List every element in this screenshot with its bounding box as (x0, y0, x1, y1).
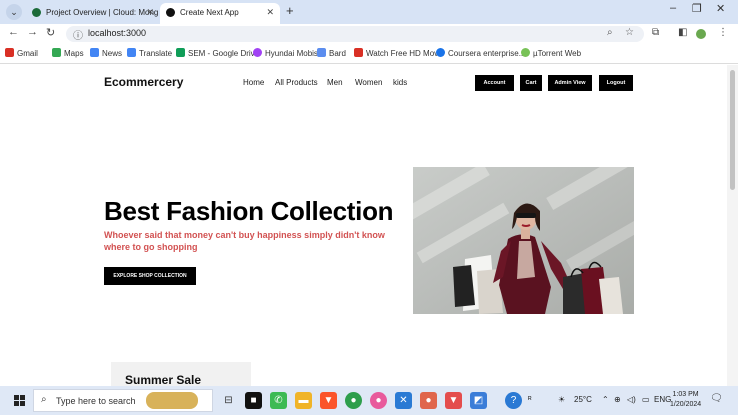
bookmark-maps[interactable]: Maps (52, 48, 84, 58)
drive-icon (176, 48, 185, 57)
translate-icon (127, 48, 136, 57)
clock-time: 1:03 PM (672, 391, 699, 398)
address-url[interactable]: localhost:3000 (88, 28, 146, 38)
back-icon[interactable]: ← (8, 26, 19, 38)
reload-icon[interactable]: ↻ (46, 26, 55, 39)
mongodb-favicon-icon (32, 8, 41, 17)
nav-home[interactable]: Home (243, 78, 264, 87)
explore-shop-collection-button[interactable]: EXPLORE SHOP COLLECTION (104, 267, 196, 285)
hyundai-icon (253, 48, 262, 57)
brave-browser-icon[interactable]: ▼ (320, 392, 337, 409)
bookmark-gmail[interactable]: Gmail (5, 48, 38, 58)
taskbar-clock[interactable]: 1:03 PM 1/20/2024 (670, 390, 701, 410)
vscode-icon[interactable]: ✕ (395, 392, 412, 409)
battery-icon[interactable]: ▭ (642, 395, 650, 404)
search-highlight-icon (146, 392, 198, 409)
logout-button[interactable]: Logout (599, 75, 633, 91)
cart-button[interactable]: Cart (520, 75, 542, 91)
hero-fashion-image (413, 167, 634, 314)
nextjs-favicon-icon (166, 8, 175, 17)
help-icon[interactable]: ? (505, 392, 522, 409)
address-bar[interactable]: ⓘ localhost:3000 ⌕ ☆ (66, 26, 644, 42)
profile-avatar[interactable] (696, 29, 706, 39)
page-scrollbar-thumb[interactable] (730, 70, 735, 190)
summer-sale-title: Summer Sale (125, 373, 202, 386)
maps-icon (52, 48, 61, 57)
brand-logo[interactable]: Ecommercery (104, 75, 183, 89)
whatsapp-icon[interactable]: ✆ (270, 392, 287, 409)
app-icon-pink[interactable]: ● (370, 392, 387, 409)
photos-icon[interactable]: ◩ (470, 392, 487, 409)
summer-sale-card: Summer Sale (111, 362, 251, 386)
bookmark-sem-google-drive[interactable]: SEM - Google Drive (176, 48, 259, 58)
movie-icon (354, 48, 363, 57)
app-icon-red[interactable]: ▼ (445, 392, 462, 409)
tray-chevron-icon[interactable]: ⌃ (602, 395, 609, 404)
clock-date: 1/20/2024 (670, 401, 702, 408)
weather-temperature[interactable]: 25°C (574, 395, 592, 404)
notifications-icon[interactable]: 🗨 (710, 393, 723, 404)
search-icon: ⌕ (41, 394, 47, 405)
minimize-icon[interactable]: – (670, 2, 676, 14)
bookmark-utorrent[interactable]: µTorrent Web (521, 48, 581, 58)
site-header: Ecommercery Home All Products Men Women … (0, 65, 727, 103)
app-icon-black[interactable]: ■ (245, 392, 262, 409)
close-tab-icon[interactable]: ✕ (266, 3, 274, 22)
nav-women[interactable]: Women (355, 78, 382, 87)
network-icon[interactable]: ⊕ (614, 395, 621, 404)
bookmark-bard[interactable]: Bard (317, 48, 346, 58)
postman-icon[interactable]: ● (420, 392, 437, 409)
windows-start-icon[interactable] (14, 395, 26, 407)
bookmark-news[interactable]: News (90, 48, 122, 58)
taskbar-search[interactable]: ⌕ Type here to search (33, 389, 213, 412)
zoom-icon[interactable]: ⌕ (607, 27, 613, 38)
people-icon[interactable]: ᴿ (528, 395, 532, 404)
close-tab-icon[interactable]: ✕ (146, 3, 154, 22)
browser-menu-icon[interactable]: ⋮ (718, 27, 728, 38)
bookmark-star-icon[interactable]: ☆ (625, 27, 634, 38)
bookmarks-bar: Gmail Maps News Translate SEM - Google D… (0, 44, 738, 64)
new-tab-button[interactable]: + (286, 3, 294, 18)
browser-tab-project-overview[interactable]: Project Overview | Cloud: Mong ✕ (26, 3, 160, 24)
volume-icon[interactable]: ◁) (627, 395, 636, 404)
browser-tab-strip: ⌄ Project Overview | Cloud: Mong ✕ Creat… (0, 0, 738, 24)
hero-title: Best Fashion Collection (104, 196, 394, 226)
gmail-icon (5, 48, 14, 57)
tab-search-button[interactable]: ⌄ (6, 4, 22, 20)
restore-icon[interactable]: ❐ (692, 2, 702, 15)
browser-tab-create-next-app[interactable]: Create Next App ✕ (160, 3, 280, 24)
close-window-icon[interactable]: ✕ (716, 2, 725, 15)
account-button[interactable]: Account (475, 75, 514, 91)
tab-title: Create Next App (180, 8, 239, 17)
bookmark-hyundai-mobis[interactable]: Hyundai Mobis (253, 48, 318, 58)
file-explorer-icon[interactable]: ▬ (295, 392, 312, 409)
side-panel-icon[interactable]: ◧ (678, 27, 687, 38)
site-info-icon[interactable]: ⓘ (73, 27, 83, 42)
weather-icon[interactable]: ☀ (558, 395, 565, 404)
taskbar-search-placeholder: Type here to search (56, 396, 136, 406)
bookmark-watch-free-hd[interactable]: Watch Free HD Mov... (354, 48, 444, 58)
coursera-icon (436, 48, 445, 57)
task-view-icon[interactable]: ⊟ (220, 392, 237, 409)
utorrent-icon (521, 48, 530, 57)
extensions-icon[interactable]: ⧉ (652, 27, 659, 38)
page-viewport: Ecommercery Home All Products Men Women … (0, 65, 727, 386)
admin-view-button[interactable]: Admin View (548, 75, 592, 91)
browser-toolbar: ← → ↻ ⓘ localhost:3000 ⌕ ☆ ⧉ ◧ ⋮ (0, 24, 738, 44)
input-language[interactable]: ENG (654, 395, 671, 404)
tab-title: Project Overview | Cloud: Mong (46, 8, 159, 17)
news-icon (90, 48, 99, 57)
chrome-icon[interactable]: ● (345, 392, 362, 409)
bard-icon (317, 48, 326, 57)
nav-men[interactable]: Men (327, 78, 343, 87)
nav-all-products[interactable]: All Products (275, 78, 318, 87)
nav-kids[interactable]: kids (393, 78, 407, 87)
hero-subtitle: Whoever said that money can't buy happin… (104, 230, 385, 252)
bookmark-translate[interactable]: Translate (127, 48, 172, 58)
bookmark-coursera[interactable]: Coursera enterprise... (436, 48, 525, 58)
forward-icon[interactable]: → (27, 26, 38, 38)
windows-taskbar: ⌕ Type here to search ⊟ ■ ✆ ▬ ▼ ● ● ✕ ● … (0, 386, 738, 415)
